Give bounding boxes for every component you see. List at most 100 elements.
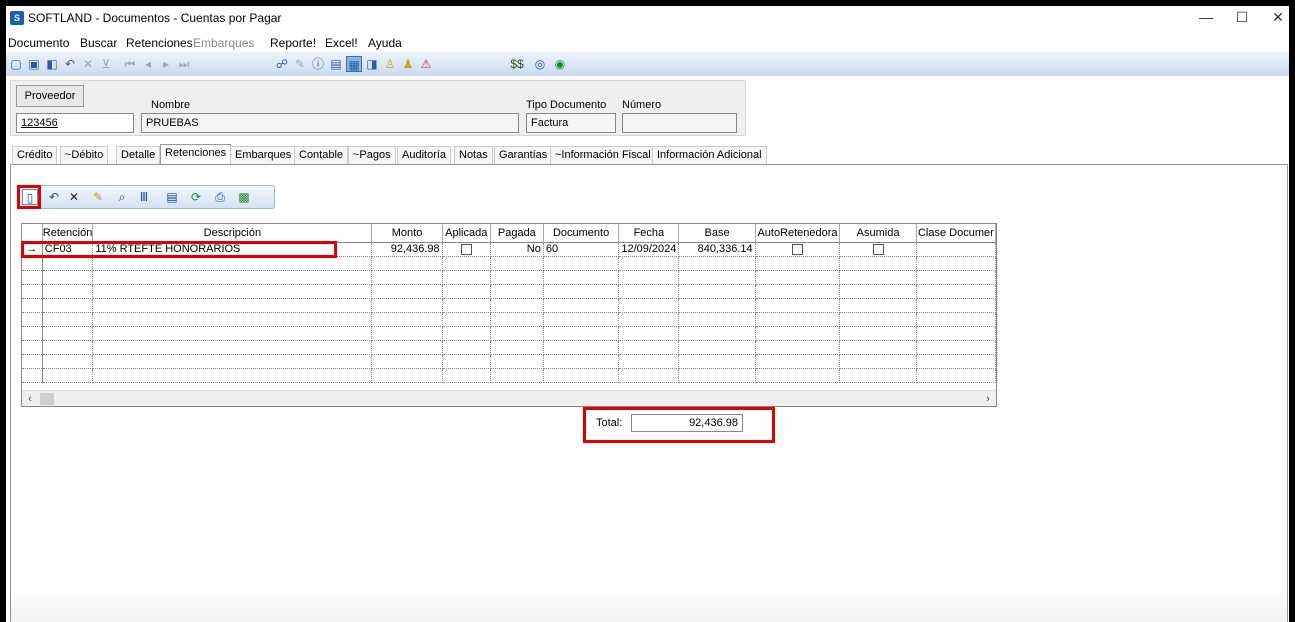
col-documento[interactable]: Documento [543, 224, 620, 243]
cell-fecha[interactable]: 12/09/2024 [618, 242, 680, 257]
menu-excel[interactable]: Excel! [325, 36, 358, 50]
retenciones-toolbar: ▯ ↶ ✕ ✎ ⌕ Ⅲ ▤ ⟳ ⎙ ▩ [17, 185, 275, 209]
nombre-label: Nombre [151, 99, 191, 111]
undo-icon[interactable]: ↶ [62, 56, 78, 72]
table-row[interactable] [22, 298, 996, 313]
horizontal-scrollbar[interactable]: ‹ › [22, 390, 996, 406]
new-document-icon[interactable]: ▢ [8, 56, 24, 72]
save-as-icon[interactable]: ◧ [44, 56, 60, 72]
tab-embarques[interactable]: Embarques [230, 146, 297, 164]
cell-autoretenedora[interactable] [755, 242, 841, 257]
menu-embarques: Embarques [193, 36, 255, 50]
table-row[interactable] [22, 326, 996, 341]
col-clase-documento[interactable]: Clase Documer [916, 224, 996, 243]
col-autoretenedora[interactable]: AutoRetenedora [755, 224, 841, 243]
nombre-field[interactable]: PRUEBAS [141, 113, 519, 133]
tipo-documento-field[interactable]: Factura [526, 113, 616, 133]
proveedor-button[interactable]: Proveedor [16, 85, 84, 107]
scroll-left-icon[interactable]: ‹ [22, 391, 38, 406]
document-icon[interactable]: ▤ [164, 189, 180, 205]
col-pagada[interactable]: Pagada [490, 224, 544, 243]
refresh-icon[interactable]: ⟳ [188, 189, 204, 205]
edit-row-icon[interactable]: ✎ [90, 189, 106, 205]
menu-documento[interactable]: Documento [8, 36, 69, 50]
title-bar: S SOFTLAND - Documentos - Cuentas por Pa… [6, 6, 1289, 30]
table-row[interactable] [22, 256, 996, 271]
previous-record-icon[interactable]: ◂ [140, 56, 156, 72]
tab-pagos[interactable]: ~Pagos [348, 146, 396, 164]
cell-documento[interactable]: 60 [543, 242, 620, 257]
excel-export-icon[interactable]: ▩ [236, 189, 252, 205]
scroll-thumb[interactable] [40, 393, 54, 405]
tab-detalle[interactable]: Detalle [116, 146, 161, 164]
save-icon[interactable]: ▣ [26, 56, 42, 72]
delete-row-icon[interactable]: ✕ [66, 189, 82, 205]
numero-field[interactable] [622, 113, 737, 133]
first-record-icon[interactable]: ⏮ [122, 56, 138, 72]
menu-retenciones[interactable]: Retenciones [126, 36, 193, 50]
tab-garantias[interactable]: Garantías [494, 146, 553, 164]
tab-informacion-adicional[interactable]: Información Adicional [652, 146, 767, 164]
menu-ayuda[interactable]: Ayuda [368, 36, 402, 50]
tab-informacion-fiscal[interactable]: ~Información Fiscal [550, 146, 656, 164]
asumida-checkbox[interactable] [872, 243, 884, 255]
cell-base[interactable]: 840,336.14 [678, 242, 756, 257]
table-row[interactable] [22, 368, 996, 383]
aplicada-checkbox[interactable] [460, 243, 472, 255]
menu-buscar[interactable]: Buscar [80, 36, 117, 50]
next-record-icon[interactable]: ▸ [158, 56, 174, 72]
search-icon[interactable]: ⌕ [114, 189, 130, 205]
currency-icon[interactable]: $$ [506, 56, 528, 72]
user-remove-icon[interactable]: ⚠ [418, 56, 434, 72]
cell-clase-documento[interactable] [916, 242, 996, 257]
undo-row-icon[interactable]: ↶ [46, 189, 62, 205]
tab-retenciones[interactable]: Retenciones [160, 144, 232, 164]
table-row[interactable] [22, 284, 996, 299]
col-asumida[interactable]: Asumida [839, 224, 917, 243]
delete-icon[interactable]: ✕ [80, 56, 96, 72]
tab-notas[interactable]: Notas [454, 146, 493, 164]
cell-pagada[interactable]: No [490, 242, 544, 257]
menu-reporte[interactable]: Reporte! [270, 36, 316, 50]
col-fecha[interactable]: Fecha [618, 224, 680, 243]
info-icon[interactable]: ⓘ [310, 56, 326, 72]
col-monto[interactable]: Monto [371, 224, 443, 243]
col-retencion[interactable]: Retención [42, 224, 94, 243]
tab-auditoria[interactable]: Auditoría [397, 146, 452, 164]
scroll-right-icon[interactable]: › [980, 391, 996, 406]
tools-icon[interactable]: ✎ [292, 56, 308, 72]
col-base[interactable]: Base [678, 224, 756, 243]
user-add-icon[interactable]: ♟ [400, 56, 416, 72]
table-icon[interactable]: ▤ [328, 56, 344, 72]
highlight-total [583, 407, 775, 443]
table-row[interactable] [22, 340, 996, 355]
tab-debito[interactable]: ~Débito [60, 146, 109, 164]
window-icon[interactable]: ◨ [364, 56, 380, 72]
table-row[interactable] [22, 312, 996, 327]
exit-icon[interactable]: ◉ [552, 56, 568, 72]
autoretenedora-checkbox[interactable] [792, 243, 803, 255]
col-aplicada[interactable]: Aplicada [442, 224, 491, 243]
columns-icon[interactable]: Ⅲ [136, 189, 152, 205]
proveedor-field[interactable]: 123456 [16, 113, 134, 133]
tab-credito[interactable]: Crédito [12, 146, 58, 164]
maximize-button[interactable]: ☐ [1222, 6, 1262, 30]
help-icon[interactable]: ◎ [532, 56, 548, 72]
last-record-icon[interactable]: ⏭ [176, 56, 192, 72]
hierarchy-icon[interactable]: ☍ [274, 56, 290, 72]
panel-footer [11, 583, 1287, 622]
print-icon[interactable]: ⎙ [212, 189, 228, 205]
cell-aplicada[interactable] [442, 242, 491, 257]
minimize-button[interactable]: — [1186, 6, 1226, 30]
form-view-icon[interactable]: ▦ [346, 56, 362, 72]
tab-contable[interactable]: Contable [294, 146, 349, 164]
filter-icon[interactable]: ⊻ [98, 56, 114, 72]
cell-monto[interactable]: 92,436.98 [371, 242, 443, 257]
table-row[interactable] [22, 354, 996, 369]
col-descripcion[interactable]: Descripción [92, 224, 373, 243]
grid-header-row: Retención Descripción Monto Aplicada Pag… [22, 224, 996, 243]
table-row[interactable] [22, 270, 996, 285]
cell-asumida[interactable] [839, 242, 917, 257]
user-icon[interactable]: ♙ [382, 56, 398, 72]
close-button[interactable]: ✕ [1258, 6, 1289, 30]
